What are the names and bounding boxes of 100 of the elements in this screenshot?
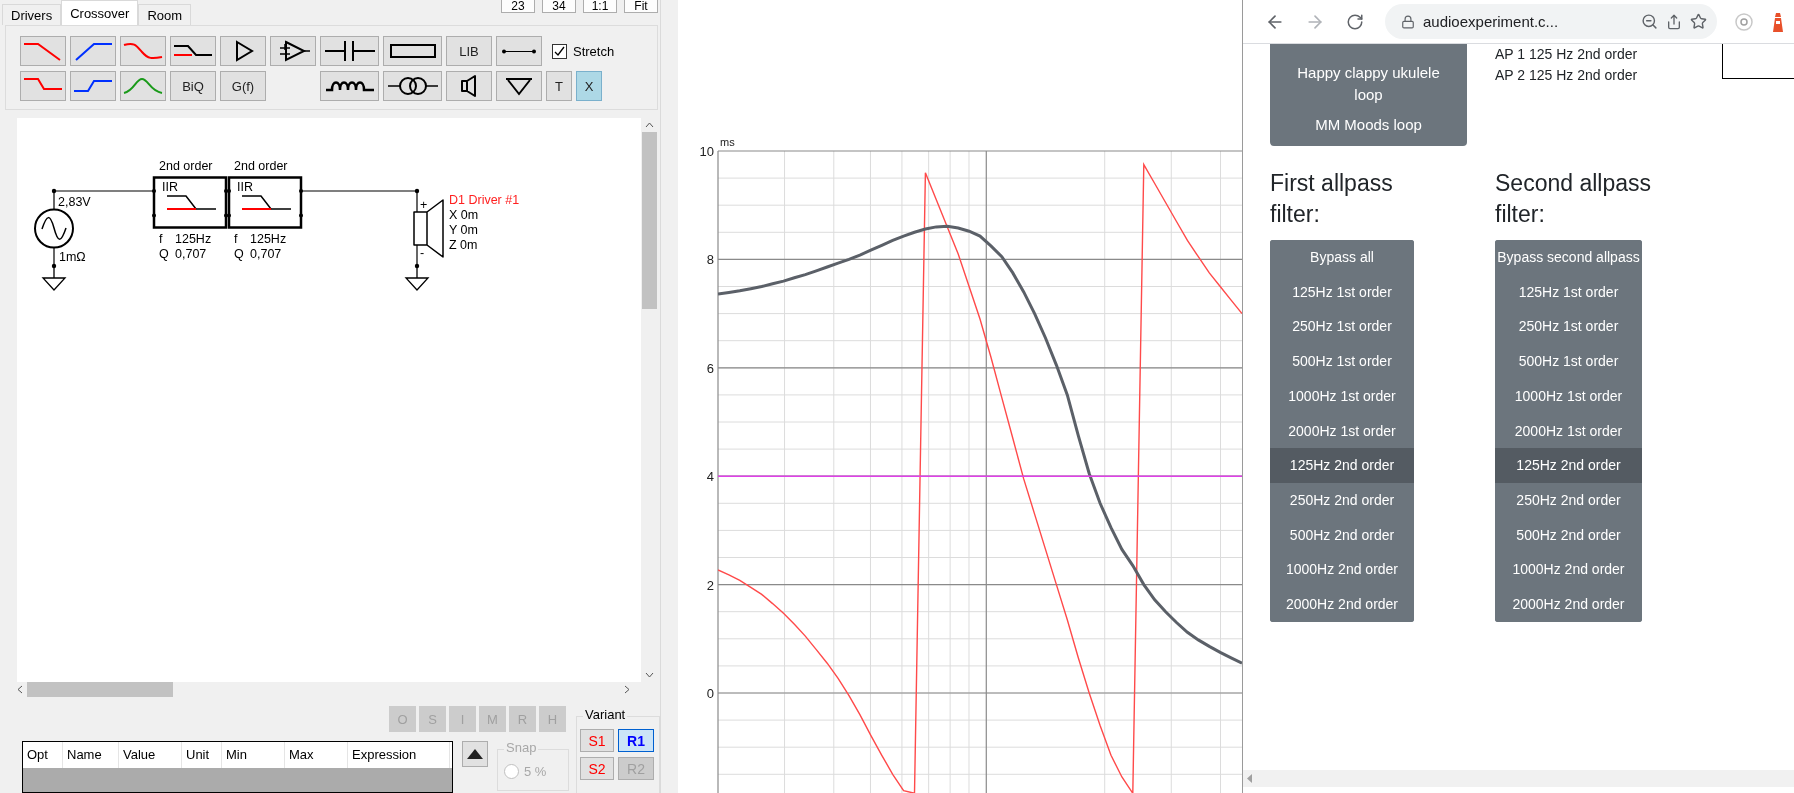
lowpass-filter-button[interactable]: [20, 36, 66, 66]
y-axis-label: 0: [706, 686, 714, 701]
ground-symbol: [42, 265, 67, 291]
address-bar[interactable]: audioexperiment.c...: [1385, 4, 1717, 39]
junction-dot: [51, 188, 57, 194]
bookmark-star-icon[interactable]: [1690, 13, 1707, 30]
capacitor-icon: [322, 39, 377, 63]
scroll-left-icon: [1247, 774, 1253, 783]
sample-button[interactable]: Happy clappy ukulele loop: [1270, 58, 1467, 110]
horizontal-scrollbar[interactable]: [1243, 770, 1794, 787]
q-value: 0,707: [250, 246, 282, 261]
scroll-down-icon: [645, 672, 654, 678]
shelf-filter-icon: [173, 45, 213, 57]
wire-icon: [501, 48, 537, 54]
junction-dot: [414, 188, 420, 194]
filter-type-label: IIR: [162, 180, 178, 194]
resistor-button[interactable]: [383, 36, 442, 66]
ground-button[interactable]: [496, 71, 542, 101]
variant-button[interactable]: R1: [618, 729, 654, 752]
wire: [53, 247, 55, 267]
reload-icon: [1346, 12, 1364, 31]
lock-icon: [1401, 14, 1415, 29]
transfer-function-button[interactable]: G(f): [220, 71, 266, 101]
text-tool-button[interactable]: T: [546, 71, 572, 101]
section-heading: First allpass filter:: [1270, 169, 1394, 229]
radio-label: 5 %: [524, 764, 547, 779]
y-axis-label: 10: [699, 144, 714, 159]
checkmark-icon: [554, 45, 565, 57]
library-button[interactable]: LIB: [446, 36, 492, 66]
driver-y-position: Y 0m: [449, 223, 478, 237]
section-heading: Second allpass filter:: [1495, 169, 1652, 229]
variant-button[interactable]: S1: [580, 729, 614, 752]
scroll-up-icon: [645, 122, 654, 128]
zoom-out-icon[interactable]: [1641, 13, 1658, 30]
y-axis-label: 6: [706, 360, 714, 376]
filter-block[interactable]: [227, 176, 303, 229]
scrollbar-thumb[interactable]: [27, 682, 173, 697]
view-button[interactable]: 1:1: [583, 0, 617, 13]
frequency-value: 125Hz: [175, 231, 212, 246]
voltage-source-symbol: [34, 208, 74, 249]
capacitor-button[interactable]: [320, 36, 379, 66]
tab[interactable]: Drivers: [2, 4, 62, 25]
peaking-filter-button[interactable]: [120, 71, 166, 101]
frequency-value: 125Hz: [250, 231, 287, 246]
filter-type-label: IIR: [237, 180, 253, 194]
highpass-filter-button[interactable]: [70, 71, 116, 101]
speaker-button[interactable]: [446, 71, 492, 101]
y-axis-label: 4: [706, 469, 714, 485]
outlined-box: [1722, 44, 1794, 79]
minus-label: -: [420, 246, 425, 260]
filter-option-button[interactable]: 125Hz 2nd order: [1270, 448, 1414, 483]
scroll-right-icon: [624, 685, 630, 694]
filter-order-label: 2nd order: [234, 159, 288, 173]
junction-dot: [51, 263, 57, 269]
variant-label: Variant: [583, 707, 628, 722]
transformer-icon: [385, 74, 440, 98]
status-text: AP 1 125 Hz 2nd order: [1495, 45, 1638, 64]
inductor-button[interactable]: [320, 71, 379, 101]
view-button[interactable]: 23: [501, 0, 535, 13]
lowpass-filter-button[interactable]: [20, 71, 66, 101]
sample-button[interactable]: MM Moods loop: [1270, 110, 1467, 140]
filter-option-button[interactable]: 125Hz 2nd order: [1495, 448, 1642, 483]
transformer-button[interactable]: [383, 71, 442, 101]
x-tool-button[interactable]: X: [576, 71, 602, 101]
summing-amplifier-button[interactable]: [270, 36, 316, 66]
checkbox[interactable]: [552, 43, 567, 59]
speaker-symbol[interactable]: [413, 199, 444, 258]
snap-label: Snap: [504, 740, 539, 755]
share-icon[interactable]: [1666, 13, 1682, 30]
source-voltage-label: 2,83V: [58, 195, 91, 209]
view-button[interactable]: 34: [542, 0, 576, 13]
wire: [416, 244, 418, 267]
shelf-filter-button[interactable]: [170, 36, 216, 66]
y-unit-label: ms: [720, 136, 735, 148]
highpass-filter-button[interactable]: [70, 36, 116, 66]
frequency-label: f: [159, 231, 163, 246]
filter-order-label: 2nd order: [159, 159, 213, 173]
checkbox-label[interactable]: Stretch: [573, 43, 615, 59]
source-resistance-label: 1mΩ: [59, 250, 86, 264]
filter-block[interactable]: [152, 176, 228, 229]
lighthouse-icon[interactable]: [1771, 10, 1785, 33]
driver-name: D1 Driver #1: [449, 193, 520, 207]
scrollbar-thumb[interactable]: [642, 132, 657, 309]
biquad-button[interactable]: BiQ: [170, 71, 216, 101]
tab[interactable]: Crossover: [61, 0, 139, 25]
radio-circle: [504, 764, 519, 779]
wire-button[interactable]: [496, 36, 542, 66]
variant-button[interactable]: S2: [580, 757, 614, 780]
q-label: Q: [159, 246, 169, 261]
view-button[interactable]: Fit: [624, 0, 658, 13]
driver-x-position: X 0m: [449, 208, 479, 222]
driver-z-position: Z 0m: [449, 238, 478, 252]
extension-icon[interactable]: [1735, 12, 1753, 31]
up-triangle-icon: [467, 749, 483, 759]
move-up-button[interactable]: [462, 741, 488, 767]
status-text: AP 2 125 Hz 2nd order: [1495, 66, 1638, 85]
q-label: Q: [234, 246, 244, 261]
junction-dot: [414, 263, 420, 269]
tab[interactable]: Room: [138, 4, 192, 25]
amplifier-button[interactable]: [220, 36, 266, 66]
